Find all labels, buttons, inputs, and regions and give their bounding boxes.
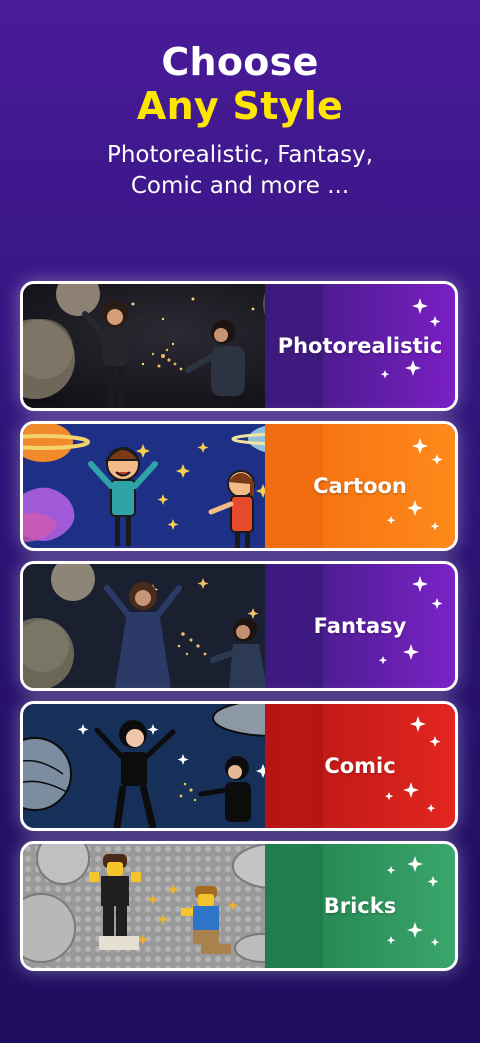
subtitle-line-1: Photorealistic, Fantasy, [106,142,374,168]
style-label-photorealistic: Photorealistic [277,334,443,358]
title-line-1: Choose [161,40,319,84]
style-card-cartoon[interactable]: Cartoon [20,421,458,551]
style-label-comic: Comic [324,754,396,778]
style-label-fantasy: Fantasy [313,614,407,638]
subtitle-line-2: Comic and more ... [130,173,350,199]
style-card-photorealistic[interactable]: Photorealistic [20,281,458,411]
subtitle: Photorealistic, Fantasy, Comic and more … [0,140,480,202]
style-card-comic[interactable]: Comic [20,701,458,831]
title-line-2: Any Style [136,84,344,128]
style-label-bricks: Bricks [323,894,397,918]
style-card-fantasy[interactable]: Fantasy [20,561,458,691]
style-label-cartoon: Cartoon [313,474,407,498]
header: Choose Any Style Photorealistic, Fantasy… [0,40,480,202]
style-card-bricks[interactable]: Bricks [20,841,458,971]
style-card-list: Photorealistic Cartoon Fantasy Comic Bri… [20,281,458,981]
